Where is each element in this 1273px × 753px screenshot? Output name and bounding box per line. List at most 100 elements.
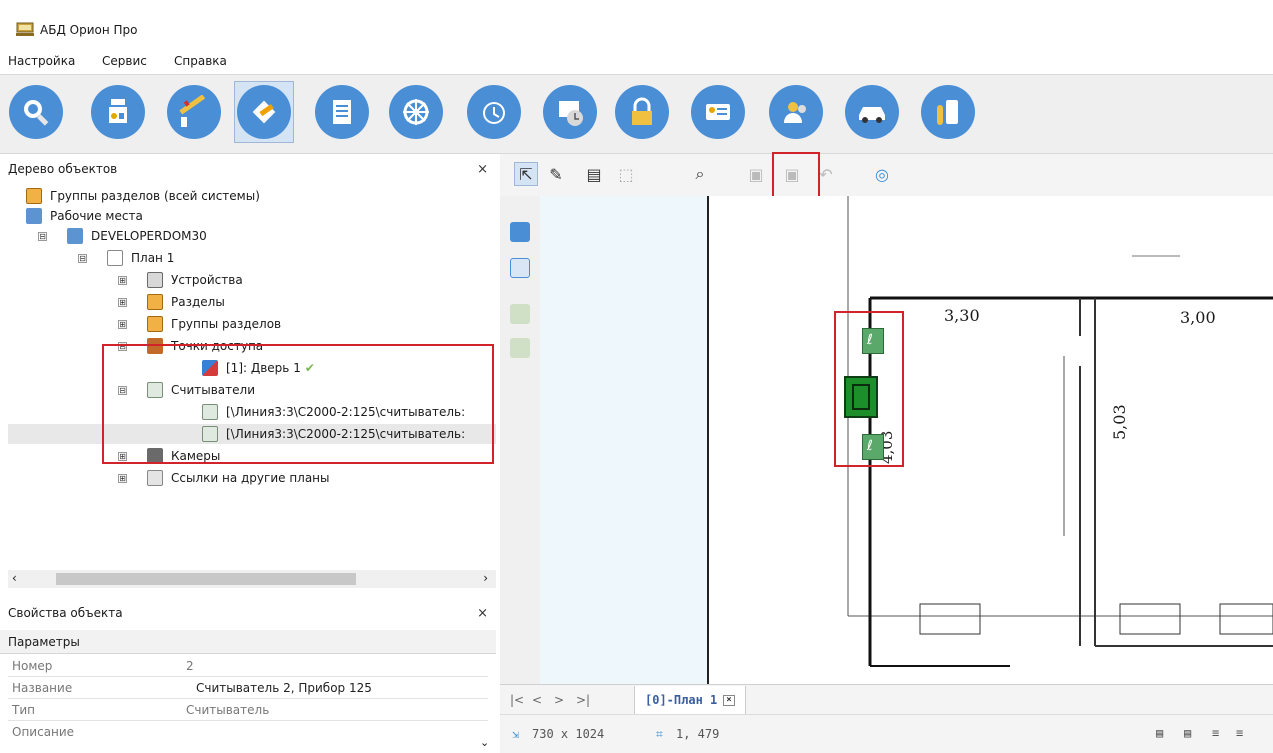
section-groups-icon [26, 188, 42, 204]
prop-row-number[interactable]: Номер 2 [8, 655, 488, 677]
close-icon[interactable]: × [477, 162, 488, 177]
list-icon [315, 85, 369, 139]
list-select-icon: ▤ [586, 164, 602, 184]
toolbar-users-button[interactable] [766, 81, 826, 143]
prop-row-type[interactable]: Тип Считыватель [8, 699, 488, 721]
select-list-button[interactable]: ▤ [582, 162, 606, 186]
toolbar-devices-button[interactable] [88, 81, 148, 143]
barrier-icon [167, 85, 221, 139]
refresh-button[interactable]: ◎ [870, 162, 894, 186]
props-panel-header: Свойства объекта × [0, 602, 496, 624]
toolbar-car-button[interactable] [842, 81, 902, 143]
toolbar-schedule-button[interactable] [540, 81, 600, 143]
scrollbar-thumb[interactable] [56, 573, 356, 585]
expand-icon[interactable]: ⊞ [118, 275, 127, 285]
scroll-right-icon[interactable]: › [483, 571, 488, 585]
key-icon [921, 85, 975, 139]
dim-label-2: 3,00 [1180, 308, 1216, 327]
plan-editor-icon [237, 85, 291, 139]
plan-tab-bar: |< < > >| [0]-План 1 × [500, 684, 1273, 714]
close-icon[interactable]: × [477, 606, 488, 621]
prop-row-description[interactable]: Описание [8, 721, 488, 743]
expand-icon[interactable]: ⊞ [118, 319, 127, 329]
expand-icon[interactable]: ⊞ [118, 473, 127, 483]
props-panel-title: Свойства объекта [8, 606, 123, 620]
next-page-button[interactable]: > [554, 693, 564, 707]
tree-item-plan-links[interactable]: ⊞ Ссылки на другие планы [118, 468, 330, 488]
toolbar-barrier-button[interactable] [164, 81, 224, 143]
save-all-button[interactable]: ▣ [744, 162, 768, 186]
device-icon [91, 85, 145, 139]
tree-item-section-groups[interactable]: Группы разделов (всей системы) [26, 186, 260, 206]
computer-icon [67, 228, 83, 244]
move-up-icon[interactable] [510, 338, 530, 358]
chevron-down-icon[interactable]: ⌄ [480, 736, 489, 749]
justify-icon[interactable]: ≡ [1236, 726, 1243, 740]
edit-tool-button[interactable]: ✎ [544, 162, 568, 186]
pointer-tool-button[interactable]: ⇱ [514, 162, 538, 186]
link-icon [147, 470, 163, 486]
first-page-button[interactable]: |< [510, 693, 524, 707]
app-icon [16, 22, 34, 36]
tree-item-plan[interactable]: ⊟ План 1 [78, 248, 174, 268]
expand-icon[interactable]: ⊞ [118, 297, 127, 307]
menu-bar: Настройка Сервис Справка [0, 48, 1273, 70]
align-left-icon[interactable]: ▤ [1156, 726, 1163, 740]
menu-service[interactable]: Сервис [102, 54, 147, 68]
toolbar-search-button[interactable] [6, 81, 66, 143]
dim-label-3: 5,03 [1110, 404, 1129, 440]
status-bar: ⇲ 730 x 1024 ⌗ 1, 479 ▤ ▤ ≡ ≡ [500, 714, 1273, 753]
props-section-header: Параметры [0, 630, 496, 654]
toolbar-lock-button[interactable] [612, 81, 672, 143]
toolbar-plan-editor-button[interactable] [234, 81, 294, 143]
tab-plan-1[interactable]: [0]-План 1 × [634, 686, 746, 714]
tree-item-workstations[interactable]: Рабочие места [26, 206, 143, 226]
size-icon: ⇲ [512, 727, 520, 741]
props-section-title: Параметры [8, 635, 80, 649]
close-icon[interactable]: × [723, 694, 735, 706]
cursor-icon: ⇱ [519, 164, 533, 184]
edit-icon: ✎ [549, 164, 563, 184]
car-icon [845, 85, 899, 139]
devices-icon [147, 272, 163, 288]
tree-item-sections[interactable]: ⊞ Разделы [118, 292, 225, 312]
align-center-icon[interactable]: ▤ [1184, 726, 1191, 740]
toolbar-key-button[interactable] [918, 81, 978, 143]
plan-icon [107, 250, 123, 266]
toolbar-id-card-button[interactable] [688, 81, 748, 143]
add-layer-icon[interactable] [510, 222, 530, 242]
tree-horizontal-scrollbar[interactable]: ‹ › [8, 570, 496, 588]
collapse-icon[interactable]: ⊟ [78, 253, 87, 263]
fit-icon: ⬚ [618, 164, 634, 184]
cursor-coords: 1, 479 [676, 727, 720, 741]
collapse-icon[interactable]: ⊟ [38, 231, 47, 241]
zoom-button[interactable]: ⌕ [688, 162, 712, 186]
tree-item-computer[interactable]: ⊟ DEVELOPERDOM30 [38, 226, 207, 246]
prop-row-name[interactable]: Название Считыватель 2, Прибор 125 [8, 677, 488, 699]
plan-canvas[interactable]: 3,30 3,00 5,03 4,03 ℓ ℓ [540, 196, 1273, 684]
wheel-icon [389, 85, 443, 139]
tree-item-devices[interactable]: ⊞ Устройства [118, 270, 243, 290]
toolbar-wheel-button[interactable] [386, 81, 446, 143]
menu-settings[interactable]: Настройка [8, 54, 75, 68]
remove-layer-icon[interactable] [510, 258, 530, 278]
scroll-left-icon[interactable]: ‹ [12, 571, 17, 585]
align-right-icon[interactable]: ≡ [1212, 726, 1219, 740]
main-toolbar [0, 74, 1273, 154]
menu-help[interactable]: Справка [174, 54, 227, 68]
move-down-icon[interactable] [510, 304, 530, 324]
toolbar-list-button[interactable] [312, 81, 372, 143]
title-bar: АБД Орион Про [0, 0, 1273, 46]
clock-icon [467, 85, 521, 139]
tree-item-section-groups-plan[interactable]: ⊞ Группы разделов [118, 314, 281, 334]
plan-toolbar: ⇱ ✎ ▤ ⬚ ⌕ ▣ ▣ ↶ ◎ [500, 154, 1273, 196]
prev-page-button[interactable]: < [532, 693, 542, 707]
toolbar-clock-button[interactable] [464, 81, 524, 143]
highlight-box-save [772, 152, 820, 200]
app-title: АБД Орион Про [40, 23, 138, 37]
last-page-button[interactable]: >| [576, 693, 590, 707]
plan-side-toolbar [500, 196, 540, 684]
sections-icon [147, 294, 163, 310]
id-card-icon [691, 85, 745, 139]
fit-button[interactable]: ⬚ [614, 162, 638, 186]
